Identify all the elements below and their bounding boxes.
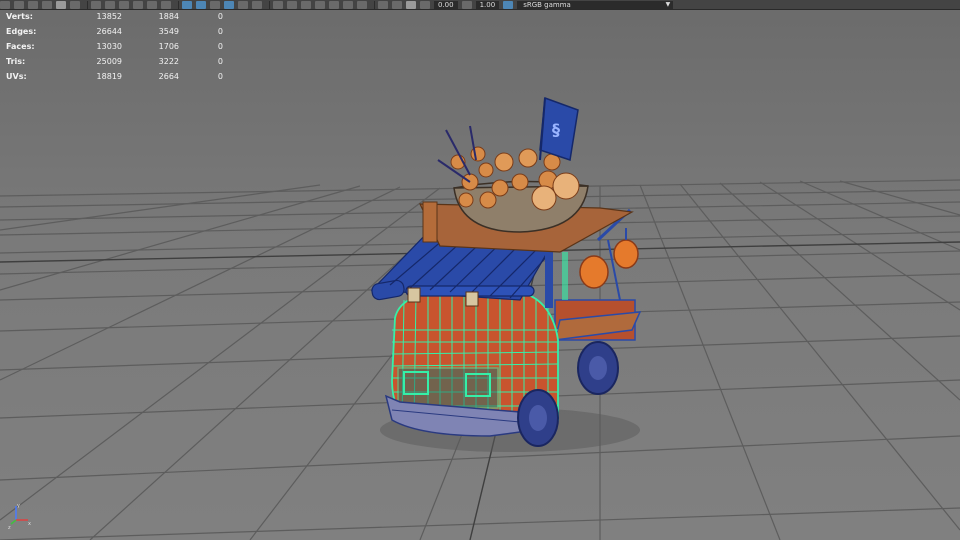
camera-attributes-icon[interactable] (14, 0, 24, 9)
hud-row: UVs: 18819 2664 0 (6, 69, 223, 84)
hud-label: UVs: (6, 72, 27, 81)
toolbar-divider (269, 0, 270, 9)
hud-value: 1884 (158, 12, 179, 21)
ambient-occlusion-icon[interactable] (315, 0, 325, 9)
gate-mask-icon[interactable] (133, 0, 143, 9)
gamma-icon[interactable] (461, 0, 472, 9)
hud-value: 0 (217, 57, 223, 66)
field-chart-icon[interactable] (147, 0, 157, 9)
bookmark-icon[interactable] (28, 0, 38, 9)
color-management-icon[interactable] (503, 0, 514, 9)
hud-value: 3222 (158, 57, 179, 66)
hud-value: 0 (217, 72, 223, 81)
film-gate-icon[interactable] (105, 0, 115, 9)
isolate-select-icon[interactable] (378, 0, 388, 9)
xray-joints-icon[interactable] (252, 0, 262, 9)
wireframe-on-shaded-icon[interactable] (224, 0, 234, 9)
xray-icon[interactable] (238, 0, 248, 9)
safe-action-icon[interactable] (161, 0, 171, 9)
svg-text:§: § (552, 120, 560, 139)
axis-y-label: y (17, 503, 20, 509)
hud-row: Edges: 26644 3549 0 (6, 24, 223, 39)
toolbar-divider (87, 0, 88, 9)
exposure-field[interactable]: 0.00 (434, 0, 458, 9)
hud-icon[interactable] (392, 0, 402, 9)
grease-pencil-icon[interactable] (70, 0, 80, 9)
resolution-gate-icon[interactable] (119, 0, 129, 9)
image-plane-icon[interactable] (42, 0, 52, 9)
select-camera-icon[interactable] (0, 0, 10, 9)
hud-label: Verts: (6, 12, 33, 21)
axis-z-line (10, 519, 17, 525)
depth-of-field-icon[interactable] (357, 0, 367, 9)
hud-value: 25009 (96, 57, 122, 66)
axis-z-label: z (8, 525, 11, 530)
hud-label: Tris: (6, 57, 26, 66)
exposure-icon[interactable] (420, 0, 430, 9)
hud-value: 0 (217, 42, 223, 51)
camera-fit-icon[interactable] (406, 0, 416, 9)
hud-value: 18819 (96, 72, 122, 81)
axis-x-label: x (28, 521, 31, 527)
poly-count-hud: Verts: 13852 1884 0 Edges: 26644 3549 0 Faces: 13… (6, 9, 223, 84)
hud-value: 26644 (96, 27, 122, 36)
motion-blur-icon[interactable] (329, 0, 339, 9)
hud-value: 3549 (158, 27, 179, 36)
toolbar-divider (178, 0, 179, 9)
hud-label: Faces: (6, 42, 35, 51)
hud-label: Edges: (6, 27, 37, 36)
gamma-field[interactable]: 1.00 (475, 0, 500, 9)
textured-icon[interactable] (273, 0, 283, 9)
toolbar-divider (374, 0, 375, 9)
wireframe-icon[interactable] (182, 0, 192, 9)
color-space-value: sRGB gamma (523, 0, 571, 9)
hud-row: Verts: 13852 1884 0 (6, 9, 223, 24)
2d-pan-zoom-icon[interactable] (56, 0, 66, 9)
hud-row: Tris: 25009 3222 0 (6, 54, 223, 69)
hud-value: 2664 (158, 72, 179, 81)
chevron-down-icon: ▼ (665, 0, 671, 8)
axis-gizmo: x y z (8, 503, 31, 530)
hud-value: 13852 (96, 12, 122, 21)
hud-row: Faces: 13030 1706 0 (6, 39, 223, 54)
hud-value: 13030 (96, 42, 122, 51)
color-space-dropdown[interactable]: sRGB gamma ▼ (517, 0, 674, 9)
hud-value: 0 (217, 12, 223, 21)
lighting-icon[interactable] (287, 0, 297, 9)
smooth-shade-icon[interactable] (196, 0, 206, 9)
anti-aliasing-icon[interactable] (343, 0, 353, 9)
shadows-icon[interactable] (301, 0, 311, 9)
default-material-icon[interactable] (210, 0, 220, 9)
hud-value: 0 (217, 27, 223, 36)
hud-value: 1706 (158, 42, 179, 51)
grid-toggle-icon[interactable] (91, 0, 101, 9)
